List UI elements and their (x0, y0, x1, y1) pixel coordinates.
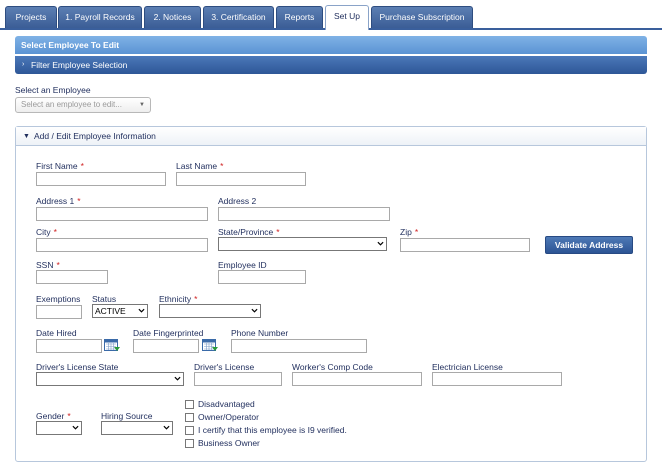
i9-verified-label: I certify that this employee is I9 verif… (198, 425, 347, 435)
address2-label: Address 2 (218, 196, 257, 206)
employee-info-panel-header[interactable]: ▼ Add / Edit Employee Information (16, 127, 646, 146)
employee-id-label: Employee ID (218, 260, 267, 270)
tab-reports[interactable]: Reports (276, 6, 323, 28)
chevron-down-icon (163, 425, 170, 430)
gender-select[interactable] (36, 421, 82, 435)
first-name-input[interactable] (36, 172, 166, 186)
select-employee-header: Select Employee To Edit (15, 36, 647, 54)
ethnicity-select[interactable] (159, 304, 261, 318)
exemptions-input[interactable] (36, 305, 82, 319)
state-label: State/Province * (218, 227, 280, 237)
validate-address-button[interactable]: Validate Address (545, 236, 633, 254)
i9-verified-checkbox[interactable] (185, 426, 194, 435)
phone-label: Phone Number (231, 328, 289, 338)
chevron-right-icon: › (22, 61, 25, 68)
last-name-label: Last Name * (176, 161, 224, 171)
owner-operator-label: Owner/Operator (198, 412, 259, 422)
address1-label: Address 1 * (36, 196, 81, 206)
tab-notices[interactable]: 2. Notices (144, 6, 201, 28)
chevron-down-icon (174, 376, 181, 381)
employee-id-input[interactable] (218, 270, 306, 284)
employee-select[interactable]: Select an employee to edit... ▼ (15, 97, 151, 113)
select-employee-label: Select an Employee (15, 85, 91, 95)
hiring-source-label: Hiring Source (101, 411, 153, 421)
ssn-label: SSN * (36, 260, 60, 270)
hiring-source-select[interactable] (101, 421, 173, 435)
calendar-icon[interactable] (104, 338, 120, 352)
tab-set-up[interactable]: Set Up (325, 5, 369, 30)
disadvantaged-checkbox[interactable] (185, 400, 194, 409)
ssn-input[interactable] (36, 270, 108, 284)
date-hired-label: Date Hired (36, 328, 77, 338)
chevron-down-icon: ▼ (139, 102, 145, 108)
zip-label: Zip * (400, 227, 419, 237)
dl-state-select[interactable] (36, 372, 184, 386)
last-name-input[interactable] (176, 172, 306, 186)
city-label: City * (36, 227, 57, 237)
calendar-icon[interactable] (202, 338, 218, 352)
phone-input[interactable] (231, 339, 367, 353)
city-input[interactable] (36, 238, 208, 252)
date-hired-input[interactable] (36, 339, 102, 353)
dl-state-label: Driver's License State (36, 362, 119, 372)
status-value: ACTIVE (95, 306, 126, 316)
chevron-down-icon (72, 425, 79, 430)
tab-projects[interactable]: Projects (5, 6, 57, 28)
chevron-down-icon (138, 308, 145, 313)
disadvantaged-label: Disadvantaged (198, 399, 255, 409)
caret-down-icon: ▼ (23, 133, 30, 140)
state-select[interactable] (218, 237, 387, 251)
workers-comp-input[interactable] (292, 372, 422, 386)
electrician-label: Electrician License (432, 362, 503, 372)
tab-payroll-records[interactable]: 1. Payroll Records (58, 6, 142, 28)
dl-label: Driver's License (194, 362, 255, 372)
business-owner-checkbox[interactable] (185, 439, 194, 448)
zip-input[interactable] (400, 238, 530, 252)
date-fingerprinted-label: Date Fingerprinted (133, 328, 204, 338)
filter-employee-label: Filter Employee Selection (31, 60, 128, 70)
filter-employee-toggle[interactable]: › Filter Employee Selection (15, 56, 647, 74)
ethnicity-label: Ethnicity * (159, 294, 198, 304)
address2-input[interactable] (218, 207, 390, 221)
chevron-down-icon (377, 241, 384, 246)
status-label: Status (92, 294, 117, 304)
status-select[interactable]: ACTIVE (92, 304, 148, 318)
workers-comp-label: Worker's Comp Code (292, 362, 373, 372)
tab-certification[interactable]: 3. Certification (203, 6, 274, 28)
electrician-input[interactable] (432, 372, 562, 386)
first-name-label: First Name * (36, 161, 84, 171)
dl-input[interactable] (194, 372, 282, 386)
panel-title: Add / Edit Employee Information (34, 131, 156, 141)
exemptions-label: Exemptions (36, 294, 81, 304)
employee-select-placeholder: Select an employee to edit... (21, 100, 122, 109)
business-owner-label: Business Owner (198, 438, 260, 448)
chevron-down-icon (251, 308, 258, 313)
owner-operator-checkbox[interactable] (185, 413, 194, 422)
gender-label: Gender * (36, 411, 71, 421)
tab-purchase-subscription[interactable]: Purchase Subscription (371, 6, 473, 28)
address1-input[interactable] (36, 207, 208, 221)
date-fingerprinted-input[interactable] (133, 339, 199, 353)
tab-bar: Projects 1. Payroll Records 2. Notices 3… (0, 0, 662, 30)
